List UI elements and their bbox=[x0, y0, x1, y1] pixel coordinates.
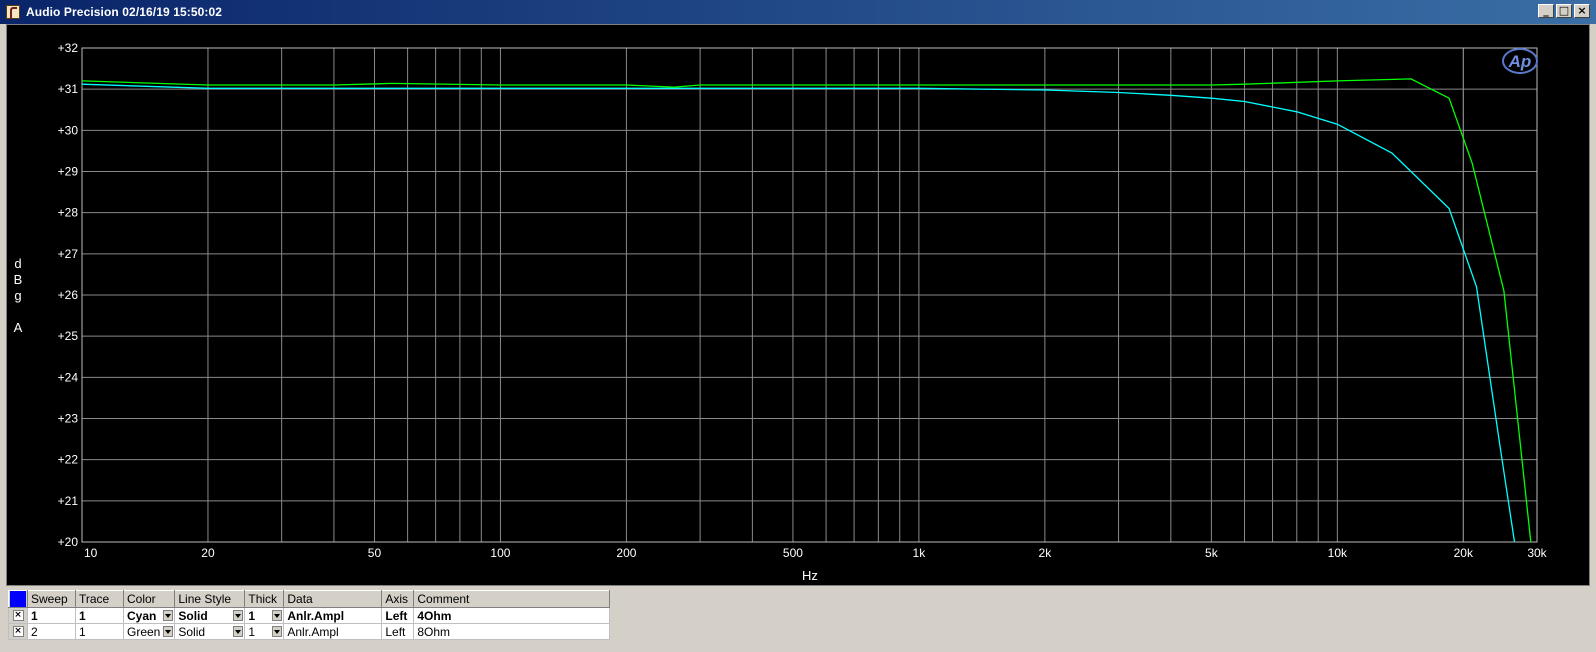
minimize-button[interactable]: _ bbox=[1538, 4, 1554, 18]
legend-header-row: Sweep Trace Color Line Style Thick Data … bbox=[8, 590, 611, 608]
y-tick-label: +25 bbox=[58, 329, 79, 343]
y-tick-label: +31 bbox=[58, 82, 79, 96]
line-style-value: Solid bbox=[178, 608, 208, 623]
app-window: Audio Precision 02/16/19 15:50:02 _ □ × … bbox=[0, 0, 1596, 652]
color-value: Green bbox=[127, 624, 161, 639]
frequency-response-chart: +20+21+22+23+24+25+26+27+28+29+30+31+32 … bbox=[14, 41, 1548, 583]
x-tick-label: 20 bbox=[201, 546, 215, 560]
y-tick-label: +22 bbox=[58, 453, 79, 467]
series-line-8ohm bbox=[82, 78, 1532, 543]
y-tick-labels: +20 +21 +22 +23 +24 +25 +26 +27 +28 +29 +30 +31 +32 bbox=[58, 41, 79, 549]
legend-row-2[interactable]: × 2 1 Green Solid 1 Anlr.Ampl Left 8Ohm bbox=[8, 623, 611, 640]
header-line-style[interactable]: Line Style bbox=[174, 590, 246, 608]
y-tick-label: +20 bbox=[58, 535, 79, 549]
x-tick-label: 2k bbox=[1039, 546, 1053, 560]
line-style-dropdown[interactable]: Solid bbox=[174, 607, 246, 624]
trace-enable-checkbox[interactable]: × bbox=[12, 626, 24, 637]
y-tick-label: +27 bbox=[58, 247, 79, 261]
y-tick-label: +28 bbox=[58, 206, 79, 220]
x-axis-label: Hz bbox=[802, 568, 818, 583]
x-tick-label: 10k bbox=[1328, 546, 1348, 560]
x-tick-label: 30k bbox=[1527, 546, 1547, 560]
thick-dropdown[interactable]: 1 bbox=[244, 607, 285, 624]
dropdown-arrow-icon[interactable] bbox=[163, 626, 174, 637]
cell-comment[interactable]: 8Ohm bbox=[413, 623, 611, 640]
trace-legend-table: Sweep Trace Color Line Style Thick Data … bbox=[8, 590, 611, 640]
y-tick-label: +32 bbox=[58, 41, 79, 55]
grid bbox=[81, 47, 1538, 543]
series-lines bbox=[82, 78, 1532, 543]
dropdown-arrow-icon[interactable] bbox=[272, 626, 283, 637]
trace-enable-cell[interactable]: × bbox=[8, 607, 28, 624]
y-tick-label: +21 bbox=[58, 494, 79, 508]
trace-enable-cell[interactable]: × bbox=[8, 623, 28, 640]
dropdown-arrow-icon[interactable] bbox=[163, 610, 174, 621]
y-axis-label-char: B bbox=[14, 272, 23, 287]
ap-logo-text: Ap bbox=[1508, 52, 1532, 71]
x-tick-label: 20k bbox=[1454, 546, 1474, 560]
dropdown-arrow-icon[interactable] bbox=[233, 610, 244, 621]
y-tick-label: +26 bbox=[58, 288, 79, 302]
graph-panel[interactable]: +20 +21 +22 +23 +24 +25 +26 +27 +28 +29 +30 +31 +32 … bbox=[6, 24, 1590, 586]
y-tick-label: +30 bbox=[58, 123, 79, 137]
cell-comment[interactable]: 4Ohm bbox=[413, 607, 611, 624]
cell-trace[interactable]: 1 bbox=[75, 607, 124, 624]
header-color[interactable]: Color bbox=[122, 590, 176, 608]
trace-enable-checkbox[interactable]: × bbox=[12, 610, 24, 621]
y-tick-label: +29 bbox=[58, 165, 79, 179]
cell-sweep[interactable]: 2 bbox=[27, 623, 76, 640]
dropdown-arrow-icon[interactable] bbox=[233, 626, 244, 637]
x-tick-label: 500 bbox=[783, 546, 803, 560]
close-button[interactable]: × bbox=[1574, 4, 1590, 18]
y-tick-label: +24 bbox=[58, 370, 79, 384]
cell-sweep[interactable]: 1 bbox=[27, 607, 76, 624]
y-axis-label: dBg A bbox=[14, 256, 23, 335]
legend-row-1[interactable]: × 1 1 Cyan Solid 1 Anlr.Ampl Left 4Ohm bbox=[8, 607, 611, 624]
window-controls: _ □ × bbox=[1538, 4, 1590, 18]
y-axis-label-char: g bbox=[14, 288, 21, 303]
series-line-4ohm bbox=[82, 83, 1516, 543]
color-dropdown[interactable]: Green bbox=[122, 623, 176, 640]
header-trace[interactable]: Trace bbox=[75, 590, 124, 608]
x-tick-labels: 10 20 50 100 200 500 1k 2k 5k 10k 20k 30k bbox=[84, 546, 1548, 560]
x-tick-label: 10 bbox=[84, 546, 98, 560]
thick-value: 1 bbox=[248, 608, 256, 623]
line-style-dropdown[interactable]: Solid bbox=[174, 623, 246, 640]
line-style-value: Solid bbox=[178, 624, 206, 639]
dropdown-arrow-icon[interactable] bbox=[272, 610, 283, 621]
cell-axis[interactable]: Left bbox=[381, 623, 415, 640]
header-sweep[interactable]: Sweep bbox=[27, 590, 76, 608]
x-tick-label: 200 bbox=[616, 546, 636, 560]
app-logo-icon[interactable] bbox=[6, 5, 20, 19]
select-all-cell[interactable] bbox=[8, 590, 28, 608]
header-thick[interactable]: Thick bbox=[244, 590, 285, 608]
cell-data[interactable]: Anlr.Ampl bbox=[283, 607, 383, 624]
header-comment[interactable]: Comment bbox=[413, 590, 611, 608]
x-tick-label: 5k bbox=[1205, 546, 1219, 560]
y-axis-label-char: d bbox=[14, 256, 21, 271]
cell-trace[interactable]: 1 bbox=[75, 623, 124, 640]
legend-panel: Sweep Trace Color Line Style Thick Data … bbox=[6, 588, 1590, 652]
thick-dropdown[interactable]: 1 bbox=[244, 623, 285, 640]
color-dropdown[interactable]: Cyan bbox=[122, 607, 176, 624]
ap-logo: Ap bbox=[1502, 48, 1538, 74]
y-tick-label: +23 bbox=[58, 412, 79, 426]
cell-axis[interactable]: Left bbox=[381, 607, 415, 624]
x-tick-label: 100 bbox=[490, 546, 510, 560]
x-tick-label: 50 bbox=[368, 546, 382, 560]
title-bar[interactable]: Audio Precision 02/16/19 15:50:02 _ □ × bbox=[0, 0, 1596, 24]
header-data[interactable]: Data bbox=[283, 590, 383, 608]
color-value: Cyan bbox=[127, 608, 157, 623]
cell-data[interactable]: Anlr.Ampl bbox=[283, 623, 383, 640]
thick-value: 1 bbox=[248, 624, 256, 639]
header-axis[interactable]: Axis bbox=[381, 590, 415, 608]
selection-swatch[interactable] bbox=[10, 591, 26, 607]
x-tick-label: 1k bbox=[913, 546, 927, 560]
maximize-button[interactable]: □ bbox=[1556, 4, 1572, 18]
window-title: Audio Precision 02/16/19 15:50:02 bbox=[26, 5, 223, 19]
y-axis-label-char: A bbox=[14, 320, 23, 335]
